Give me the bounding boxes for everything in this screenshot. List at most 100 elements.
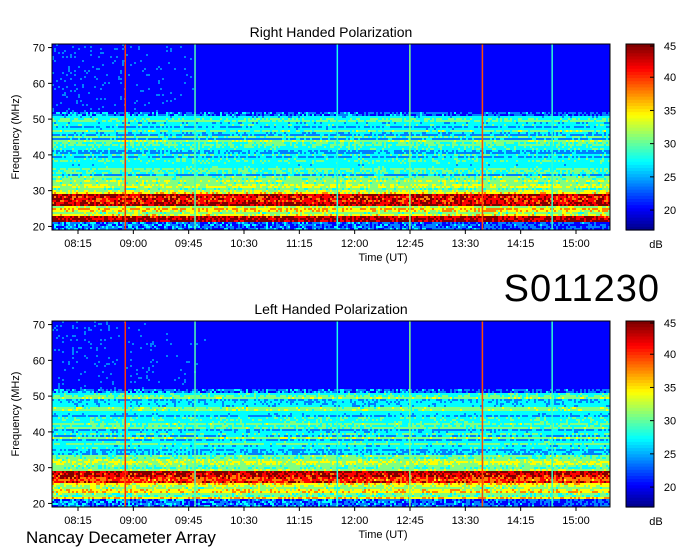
pixel-run (360, 182, 362, 184)
pixel-run (60, 190, 62, 192)
pixel-run (166, 126, 168, 128)
pixel-run (538, 174, 540, 176)
pixel-run (136, 108, 610, 110)
pixel-run (340, 170, 346, 172)
pixel-run (530, 130, 548, 132)
pixel-run (164, 154, 166, 156)
pixel-run (52, 94, 62, 96)
pixel-run (228, 136, 240, 138)
pixel-run (376, 192, 378, 194)
pixel-run (570, 140, 574, 142)
pixel-run (358, 158, 360, 160)
pixel-run (434, 154, 436, 156)
pixel-run (292, 124, 306, 126)
pixel-run (352, 186, 360, 188)
pixel-run (316, 170, 318, 172)
pixel-run (88, 150, 90, 152)
pixel-run (56, 126, 58, 128)
pixel-run (82, 116, 90, 118)
pixel-run (444, 184, 446, 186)
pixel-run (562, 176, 576, 178)
pixel-run (454, 140, 456, 142)
pixel-run (384, 126, 390, 128)
pixel-run (62, 156, 64, 158)
pixel-run (536, 184, 538, 186)
pixel-run (556, 112, 558, 114)
pixel-run (296, 172, 298, 174)
pixel-run (140, 132, 142, 134)
pixel-run (148, 180, 152, 182)
pixel-run (196, 144, 198, 146)
pixel-run (90, 112, 92, 114)
pixel-run (380, 194, 382, 196)
pixel-run (462, 126, 464, 128)
pixel-run (296, 158, 326, 160)
pixel-run (494, 142, 504, 144)
pixel-run (248, 194, 254, 196)
pixel-run (300, 170, 308, 172)
pixel-run (464, 154, 466, 156)
pixel-run (322, 154, 326, 156)
pixel-run (166, 122, 182, 124)
pixel-run (66, 136, 68, 138)
pixel-run (398, 190, 400, 192)
pixel-run (78, 112, 80, 114)
pixel-run (300, 172, 304, 174)
pixel-run (344, 140, 350, 142)
pixel-run (184, 118, 196, 120)
pixel-run (492, 120, 498, 122)
pixel-run (180, 126, 184, 128)
pixel-run (592, 156, 594, 158)
pixel-run (520, 192, 522, 194)
pixel-run (196, 194, 212, 196)
pixel-run (596, 118, 602, 120)
pixel-run (166, 118, 168, 120)
pixel-run (402, 118, 404, 120)
pixel-run (464, 180, 466, 182)
pixel-run (344, 182, 346, 184)
pixel-run (426, 140, 454, 142)
pixel-run (354, 168, 360, 170)
pixel-run (426, 160, 432, 162)
pixel-run (136, 114, 138, 116)
pixel-run (160, 158, 176, 160)
pixel-run (224, 142, 228, 144)
pixel-run (558, 178, 562, 180)
pixel-run (96, 148, 108, 150)
pixel-run (322, 126, 326, 128)
pixel-run (232, 192, 234, 194)
pixel-run (362, 162, 368, 164)
pixel-run (604, 154, 606, 156)
pixel-run (58, 146, 64, 148)
pixel-run (380, 126, 382, 128)
pixel-run (86, 140, 90, 142)
pixel-run (544, 150, 546, 152)
pixel-run (272, 148, 274, 150)
pixel-run (170, 50, 172, 52)
pixel-run (266, 156, 272, 158)
pixel-run (262, 186, 268, 188)
pixel-run (530, 136, 532, 138)
pixel-run (110, 148, 126, 150)
pixel-run (380, 166, 382, 168)
pixel-run (554, 140, 566, 142)
pixel-run (144, 146, 146, 148)
pixel-run (360, 164, 362, 166)
pixel-run (340, 192, 344, 194)
pixel-run (52, 184, 62, 186)
pixel-run (294, 150, 298, 152)
pixel-run (426, 172, 430, 174)
pixel-run (512, 130, 518, 132)
pixel-run (174, 168, 176, 170)
pixel-run (600, 162, 602, 164)
pixel-run (452, 184, 462, 186)
pixel-run (296, 190, 298, 192)
pixel-run (182, 156, 188, 158)
pixel-run (256, 142, 260, 144)
pixel-run (378, 142, 382, 144)
pixel-run (600, 184, 602, 186)
pixel-run (78, 66, 80, 68)
pixel-run (208, 174, 222, 176)
pixel-run (486, 170, 488, 172)
pixel-run (348, 138, 350, 140)
